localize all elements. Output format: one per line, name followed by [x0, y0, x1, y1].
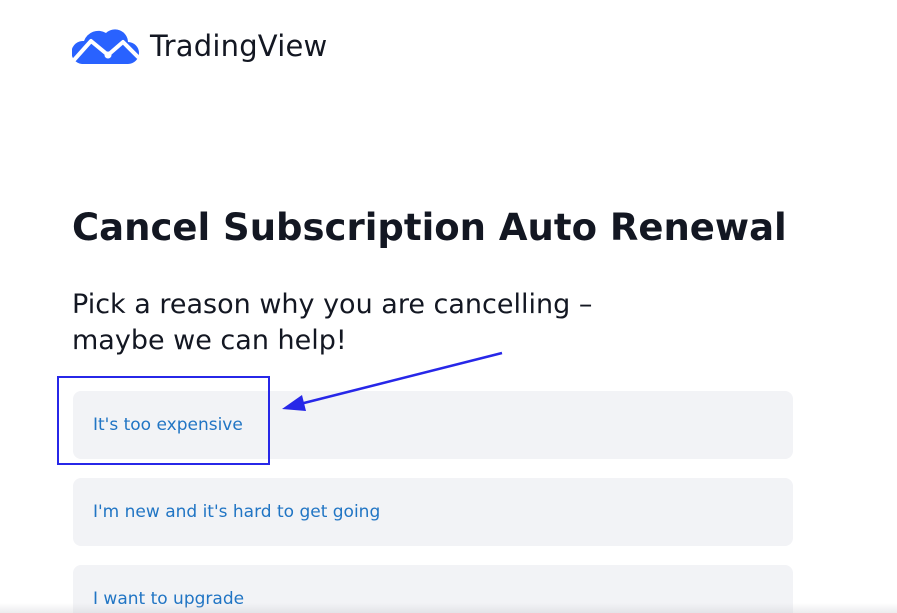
reason-label: I want to upgrade [93, 589, 245, 609]
tradingview-cloud-logo-icon [72, 29, 140, 64]
reason-label: I'm new and it's hard to get going [93, 502, 381, 522]
page-subtitle: Pick a reason why you are cancelling – m… [72, 289, 593, 356]
page: TradingView Cancel Subscription Auto Ren… [0, 0, 897, 613]
tradingview-logo[interactable]: TradingView [72, 27, 327, 65]
reason-option-new-hard-to-get-going[interactable]: I'm new and it's hard to get going [73, 478, 793, 546]
brand-name: TradingView [150, 29, 328, 63]
reason-label: It's too expensive [93, 415, 243, 435]
page-title: Cancel Subscription Auto Renewal [72, 206, 787, 249]
reason-option-too-expensive[interactable]: It's too expensive [73, 391, 793, 459]
reason-option-want-to-upgrade[interactable]: I want to upgrade [73, 565, 793, 613]
